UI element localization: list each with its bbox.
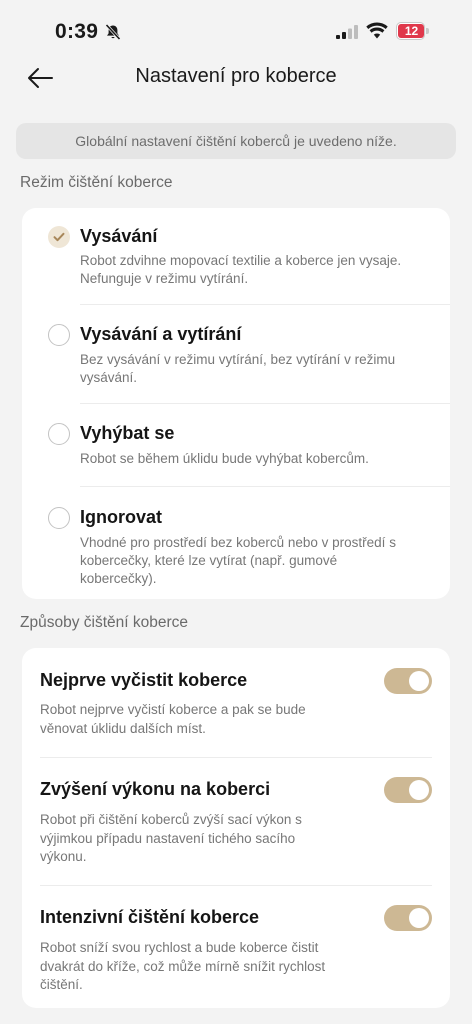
toggle-row-carpet-first: Nejprve vyčistit koberce Robot nejprve v… xyxy=(22,648,450,758)
battery-icon: 12 xyxy=(396,22,429,40)
battery-level: 12 xyxy=(404,24,419,38)
status-time: 0:39 xyxy=(55,20,99,43)
toggle-description: Robot nejprve vyčistí koberce a pak se b… xyxy=(40,702,306,736)
option-avoid[interactable]: Vyhýbat se Robot se během úklidu bude vy… xyxy=(22,404,450,486)
option-description: Bez vysávání v režimu vytírání, bez vytí… xyxy=(80,352,396,385)
toggle-knob xyxy=(409,908,429,928)
section-title-mode: Režim čištění koberce xyxy=(20,174,173,191)
page-title: Nastavení pro koberce xyxy=(135,65,337,87)
option-description: Robot zdvihne mopovací textilie a koberc… xyxy=(80,253,402,286)
bell-slash-icon xyxy=(105,23,121,41)
option-vacuum-and-mop[interactable]: Vysávání a vytírání Bez vysávání v režim… xyxy=(22,305,450,403)
toggle-row-carpet-boost: Zvýšení výkonu na koberci Robot při čišt… xyxy=(22,758,450,886)
option-vacuum[interactable]: Vysávání Robot zdvihne mopovací textilie… xyxy=(22,208,450,304)
mode-card: Vysávání Robot zdvihne mopovací textilie… xyxy=(22,208,450,599)
toggle-knob xyxy=(409,780,429,800)
toggle-description: Robot při čištění koberců zvýší sací výk… xyxy=(40,812,302,864)
status-bar: 0:39 12 xyxy=(0,0,472,62)
toggle-intensive[interactable] xyxy=(384,905,432,931)
toggle-row-intensive: Intenzivní čištění koberce Robot sníží s… xyxy=(22,886,450,1008)
toggle-description: Robot sníží svou rychlost a bude koberce… xyxy=(40,940,326,992)
wifi-icon xyxy=(366,22,388,39)
check-icon xyxy=(53,232,65,242)
info-banner: Globální nastavení čištění koberců je uv… xyxy=(16,123,456,159)
toggle-carpet-first[interactable] xyxy=(384,668,432,694)
option-label: Ignorovat xyxy=(80,507,163,527)
option-description: Robot se během úklidu bude vyhýbat kober… xyxy=(80,451,369,466)
radio-unchecked[interactable] xyxy=(48,423,70,445)
option-label: Vysávání a vytírání xyxy=(80,324,242,344)
methods-card: Nejprve vyčistit koberce Robot nejprve v… xyxy=(22,648,450,1008)
option-label: Vysávání xyxy=(80,226,158,246)
option-description: Vhodné pro prostředí bez koberců nebo v … xyxy=(80,535,396,586)
signal-icon xyxy=(336,25,358,39)
toggle-knob xyxy=(409,671,429,691)
radio-unchecked[interactable] xyxy=(48,507,70,529)
toggle-label: Zvýšení výkonu na koberci xyxy=(40,779,271,799)
option-label: Vyhýbat se xyxy=(80,423,175,443)
toggle-carpet-boost[interactable] xyxy=(384,777,432,803)
toggle-label: Intenzivní čištění koberce xyxy=(40,907,260,927)
toggle-label: Nejprve vyčistit koberce xyxy=(40,670,248,690)
radio-checked[interactable] xyxy=(48,226,70,248)
option-ignore[interactable]: Ignorovat Vhodné pro prostředí bez kober… xyxy=(22,487,450,599)
radio-unchecked[interactable] xyxy=(48,324,70,346)
section-title-methods: Způsoby čištění koberce xyxy=(20,614,189,631)
